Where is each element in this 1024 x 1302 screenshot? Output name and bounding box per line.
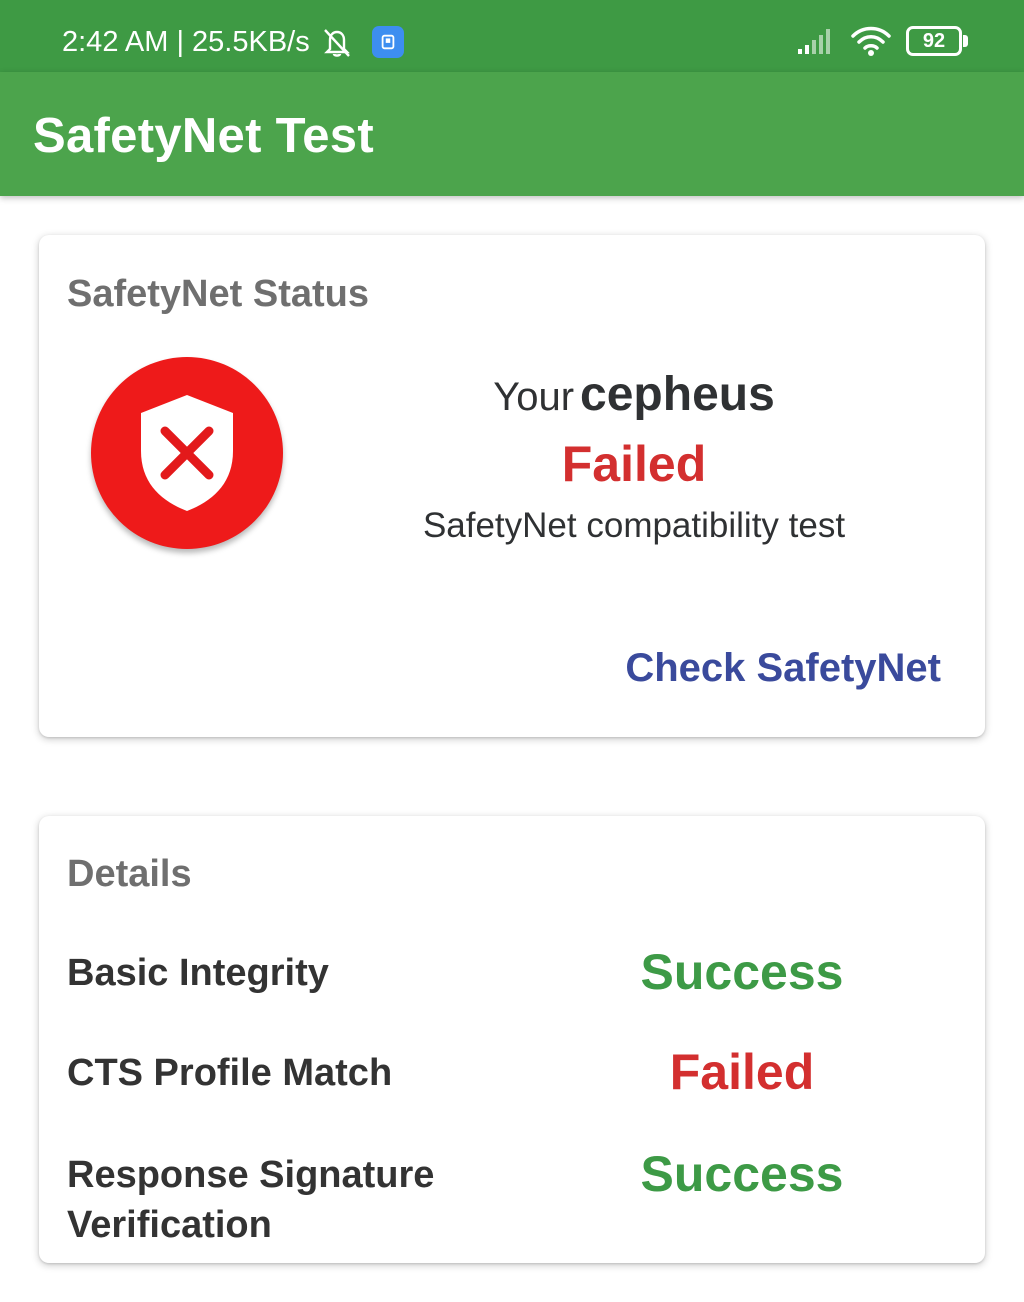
details-card-title: Details: [67, 853, 192, 895]
detail-label: Basic Integrity: [67, 952, 329, 994]
notification-app-icon: [371, 26, 404, 58]
safetynet-status-card: SafetyNet Status Your cepheus Failed Safe…: [39, 235, 985, 737]
signal-icon: [798, 29, 830, 54]
detail-value: Success: [640, 1146, 844, 1202]
shield-x-icon: [91, 357, 283, 549]
status-text-block: Your cepheus Failed SafetyNet compatibili…: [379, 365, 889, 551]
detail-value: Failed: [669, 1044, 815, 1100]
detail-label: Response Signature Verification: [67, 1154, 435, 1246]
details-card: Details Basic Integrity Success CTS Prof…: [39, 816, 985, 1263]
status-left: 2:42 AM | 25.5KB/s: [62, 22, 404, 62]
check-safetynet-button[interactable]: Check SafetyNet: [625, 643, 941, 693]
app-title: SafetyNet Test: [33, 109, 374, 163]
device-name: cepheus: [580, 368, 775, 421]
status-card-title: SafetyNet Status: [67, 273, 369, 315]
status-bar: 2:42 AM | 25.5KB/s 92: [0, 0, 1024, 72]
wifi-icon: [851, 26, 891, 56]
device-line: Your cepheus: [379, 365, 889, 427]
battery-level: 92: [906, 26, 962, 56]
time-network-speed: 2:42 AM | 25.5KB/s: [62, 26, 310, 58]
bell-muted-icon: [320, 25, 354, 59]
app-bar: SafetyNet Test: [0, 72, 1024, 196]
status-right: 92: [796, 24, 968, 58]
your-label: Your: [493, 375, 575, 419]
detail-value: Success: [640, 944, 844, 1000]
battery-icon: 92: [906, 26, 968, 56]
test-description: SafetyNet compatibility test: [422, 506, 846, 545]
detail-label: CTS Profile Match: [67, 1052, 393, 1094]
overall-result: Failed: [561, 436, 707, 492]
